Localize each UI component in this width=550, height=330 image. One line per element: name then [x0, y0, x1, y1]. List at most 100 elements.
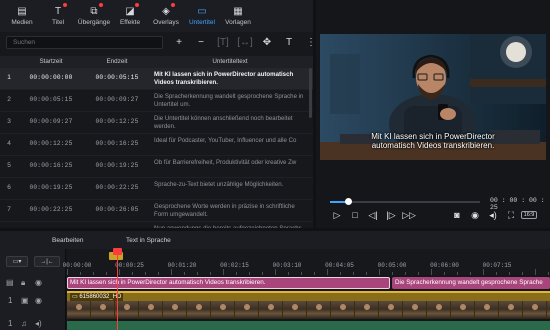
- ruler-tick: [275, 269, 276, 275]
- ruler-tick: [301, 272, 302, 275]
- ruler-tick: [418, 272, 419, 275]
- next-frame-icon[interactable]: |▷: [382, 208, 400, 222]
- toolbar-overlays-button[interactable]: ◈ Overlays: [148, 0, 184, 32]
- video-clip-label: ▭ 615860032_HD: [70, 293, 124, 301]
- ruler-label: 00:03:10: [272, 262, 302, 269]
- timeline-view-button[interactable]: ▭▾: [6, 256, 28, 267]
- snapshot-icon[interactable]: ◙: [448, 208, 466, 222]
- play-icon[interactable]: ▷: [328, 208, 346, 222]
- record-icon[interactable]: ◉: [466, 208, 484, 222]
- video-visibility-icon[interactable]: ◉: [35, 296, 42, 305]
- ruler-tick: [509, 272, 510, 275]
- row-start-time[interactable]: 00:00:00:00: [18, 68, 84, 89]
- row-end-time[interactable]: 00:00:22:25: [84, 178, 150, 199]
- scrollbar[interactable]: [309, 68, 312, 118]
- fast-forward-icon[interactable]: ▷▷: [400, 208, 418, 222]
- row-end-time[interactable]: 00:00:05:15: [84, 68, 150, 89]
- row-start-time[interactable]: 00:00:16:25: [18, 156, 84, 177]
- subtitle-row[interactable]: 2 00:00:05:15 00:00:09:27 Die Spracherkennu…: [0, 90, 313, 112]
- timeline-ruler[interactable]: 00:00:00 00:00:25 00:01:20 00:02:15 00:03:10…: [63, 249, 550, 275]
- row-start-time[interactable]: 00:00:05:15: [18, 90, 84, 111]
- fullscreen-icon[interactable]: ⛶: [502, 208, 520, 222]
- row-end-time[interactable]: 00:00:19:25: [84, 156, 150, 177]
- ruler-tick: [314, 272, 315, 275]
- ruler-label: 00:06:00: [430, 262, 459, 269]
- text-style-icon[interactable]: T: [278, 35, 300, 50]
- row-end-time[interactable]: [84, 222, 150, 228]
- playback-controls: ▷ □ ◁| |▷ ▷▷ ◙ ◉ ◂) ⛶ 16:9: [328, 208, 546, 222]
- video-preview[interactable]: Mit KI lassen sich in PowerDirector auto…: [320, 34, 546, 160]
- subtitle-row[interactable]: 4 00:00:12:25 00:00:16:25 Ideal für Podcast…: [0, 134, 313, 156]
- playhead[interactable]: [117, 249, 118, 330]
- subtitle-row[interactable]: 5 00:00:16:25 00:00:19:25 Ob für Barrierefr…: [0, 156, 313, 178]
- ruler-tick: [106, 272, 107, 275]
- row-subtitle-text[interactable]: Die Spracherkennung wandelt gesprochene …: [150, 90, 310, 111]
- subtitle-row[interactable]: 6 00:00:19:25 00:00:22:25 Sprache-zu-Text b…: [0, 178, 313, 200]
- toolbar-subtitles-button[interactable]: ▭ Untertitel: [184, 0, 220, 32]
- toolbar-effects-button[interactable]: ◪ Effekte: [112, 0, 148, 32]
- row-subtitle-text[interactable]: Nun anwendungs die bereits aufgezeichnet…: [150, 222, 310, 228]
- toolbar-media-button[interactable]: ▤ Medien: [4, 0, 40, 32]
- toolbar-title-button[interactable]: T Titel: [40, 0, 76, 32]
- row-start-time[interactable]: 00:00:12:25: [18, 134, 84, 155]
- subtitle-row[interactable]: 3 00:00:09:27 00:00:12:25 Die Untertitel kö…: [0, 112, 313, 134]
- toolbar-templates-button[interactable]: ▦ Vorlagen: [220, 0, 256, 32]
- subtitle-row[interactable]: 7 00:00:22:25 00:00:26:05 Gesprochene Worte…: [0, 200, 313, 222]
- ruler-tick: [548, 272, 549, 275]
- aspect-ratio-selector[interactable]: 16:9: [520, 208, 538, 222]
- audio-mute-icon[interactable]: ◂): [35, 319, 42, 328]
- subtitle-list: 1 00:00:00:00 00:00:05:15 Mit KI lassen sic…: [0, 68, 313, 228]
- ruler-tick: [483, 269, 484, 275]
- subtitles-icon: ▭: [197, 5, 207, 17]
- subtitle-lock-icon[interactable]: 🔒︎: [21, 278, 25, 288]
- row-start-time[interactable]: 00:00:09:27: [18, 112, 84, 133]
- stop-icon[interactable]: □: [346, 208, 364, 222]
- row-end-time[interactable]: 00:00:09:27: [84, 90, 150, 111]
- subtitle-table-header: Startzeit Endzeit Untertiteltext: [0, 56, 313, 68]
- room-toolbar: ▤ Medien T Titel ⧉ Übergänge ◪ Effekte ◈ Overlays…: [0, 0, 313, 32]
- ruler-tick: [184, 272, 185, 275]
- playback-progress-bar[interactable]: [330, 198, 480, 205]
- split-subtitle-icon[interactable]: [T]: [212, 35, 234, 50]
- row-end-time[interactable]: 00:00:26:05: [84, 200, 150, 221]
- audio-track-clip[interactable]: [67, 321, 550, 330]
- subtitle-clip[interactable]: Die Spracherkennung wandelt gesprochene …: [392, 277, 550, 289]
- progress-knob[interactable]: [345, 198, 352, 205]
- subtitle-row[interactable]: 1 00:00:00:00 00:00:05:15 Mit KI lassen sic…: [0, 68, 313, 90]
- previous-frame-icon[interactable]: ◁|: [364, 208, 382, 222]
- volume-icon[interactable]: ◂): [484, 208, 502, 222]
- move-subtitle-icon[interactable]: ✥: [256, 35, 278, 50]
- row-subtitle-text[interactable]: Gesprochene Worte werden in präzise in s…: [150, 200, 310, 221]
- column-start: Startzeit: [39, 58, 63, 65]
- remove-subtitle-icon[interactable]: −: [190, 35, 212, 50]
- fit-timeline-button[interactable]: →|←: [34, 256, 60, 267]
- add-subtitle-icon[interactable]: +: [168, 35, 190, 50]
- row-subtitle-text[interactable]: Mit KI lassen sich in PowerDirector auto…: [150, 68, 310, 89]
- tab-bearbeiten[interactable]: Bearbeiten: [52, 237, 83, 244]
- row-end-time[interactable]: 00:00:12:25: [84, 112, 150, 133]
- row-end-time[interactable]: 00:00:16:25: [84, 134, 150, 155]
- subtitle-row[interactable]: 8 Nun anwendungs die bereits aufgezeichne…: [0, 222, 313, 228]
- toolbar-transitions-button[interactable]: ⧉ Übergänge: [76, 0, 112, 32]
- subtitle-clip[interactable]: Mit KI lassen sich in PowerDirector auto…: [67, 277, 390, 289]
- subtitle-visibility-icon[interactable]: ◉: [35, 278, 42, 287]
- ruler-label: 00:01:20: [167, 262, 197, 269]
- timeline: Bearbeiten Text in Sprache ▭▾ →|← ▤ 🔒︎ ◉…: [0, 231, 550, 330]
- ruler-tick: [366, 272, 367, 275]
- merge-subtitle-icon[interactable]: [↔]: [234, 35, 256, 50]
- notification-dot: [63, 3, 67, 7]
- tab-text-in-sprache[interactable]: Text in Sprache: [126, 237, 171, 244]
- row-subtitle-text[interactable]: Ob für Barrierefreiheit, Produktivität o…: [150, 156, 310, 177]
- video-thumbnail: [475, 301, 499, 319]
- row-start-time[interactable]: [18, 222, 84, 228]
- toolbar-label: Titel: [51, 19, 65, 26]
- row-subtitle-text[interactable]: Die Untertitel können anschließend noch …: [150, 112, 310, 133]
- row-subtitle-text[interactable]: Ideal für Podcaster, YouTuber, Influence…: [150, 134, 310, 155]
- search-input[interactable]: [6, 36, 163, 49]
- row-start-time[interactable]: 00:00:19:25: [18, 178, 84, 199]
- ruler-tick: [288, 272, 289, 275]
- video-track-clip[interactable]: ▭ 615860032_HD: [67, 291, 550, 319]
- ruler-tick: [171, 269, 172, 275]
- row-start-time[interactable]: 00:00:22:25: [18, 200, 84, 221]
- row-subtitle-text[interactable]: Sprache-zu-Text bietet unzählige Möglich…: [150, 178, 310, 199]
